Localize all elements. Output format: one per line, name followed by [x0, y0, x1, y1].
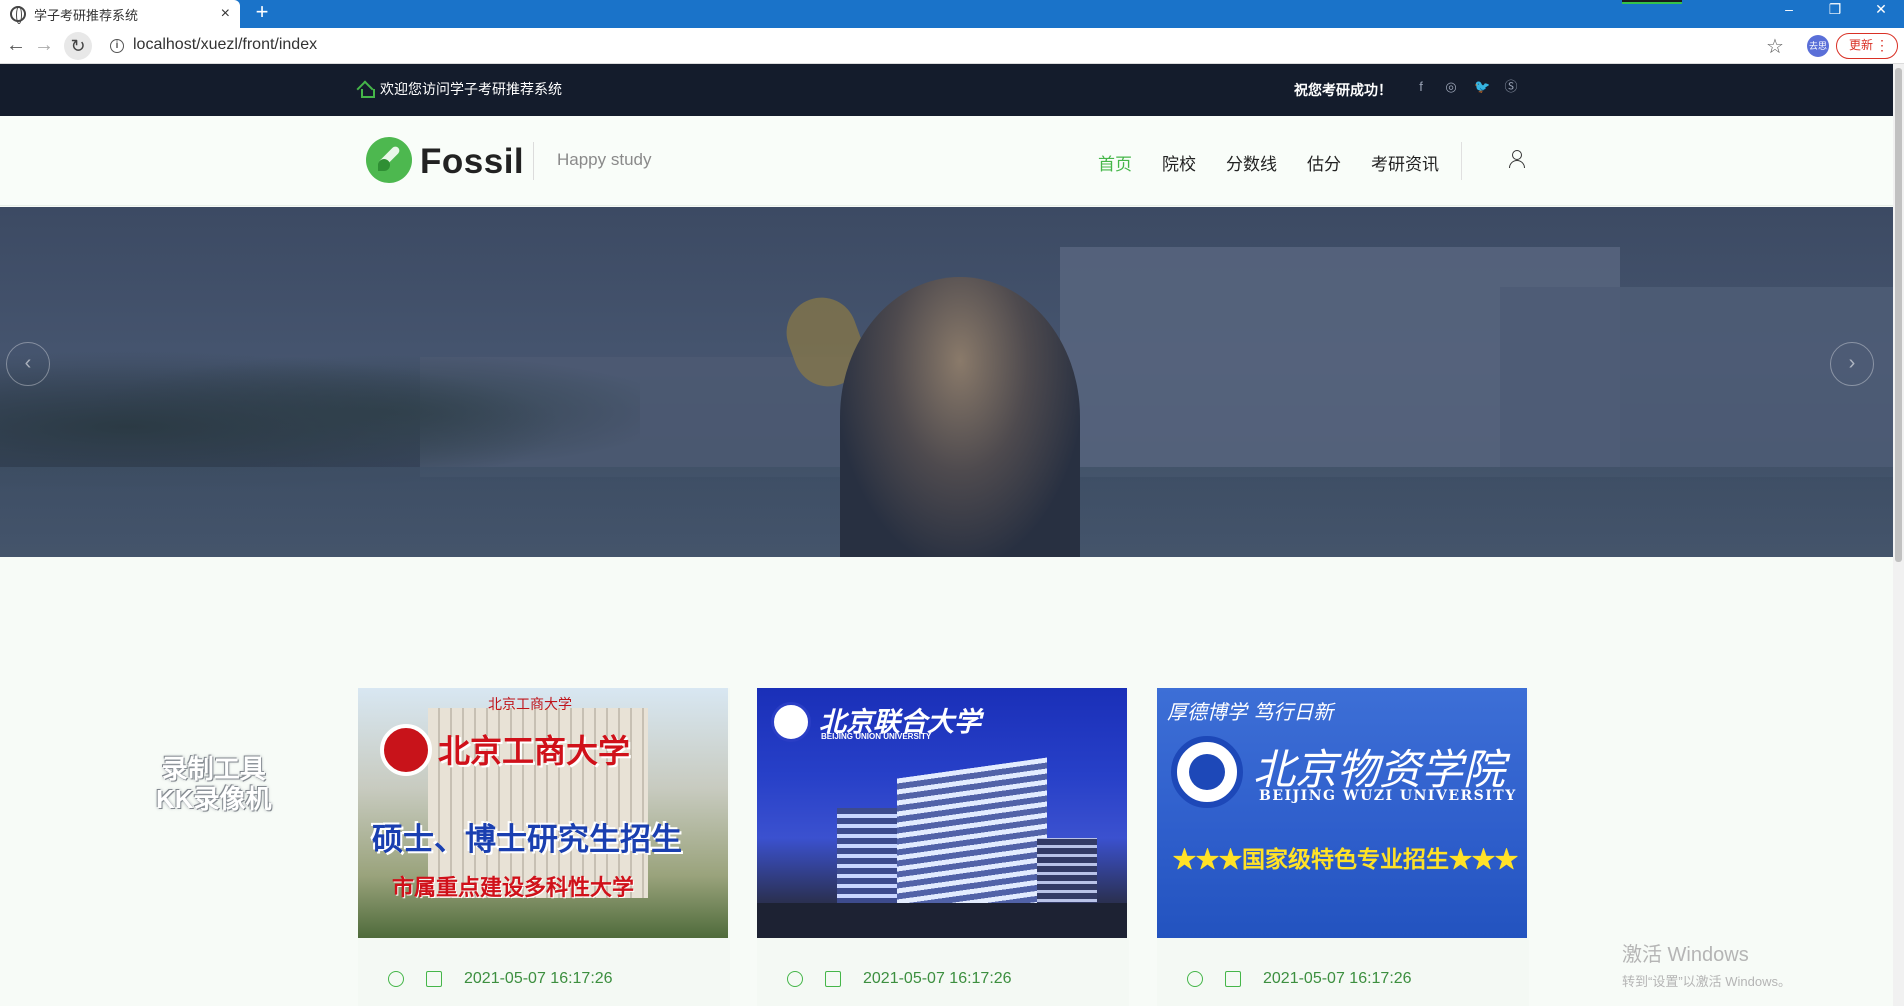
facebook-icon[interactable]: f: [1414, 79, 1428, 95]
menu-item-schools[interactable]: 院校: [1162, 150, 1196, 175]
skype-icon[interactable]: Ⓢ: [1504, 79, 1518, 95]
news-card[interactable]: 厚德博学 笃行日新 北京物资学院 BEIJING WUZI UNIVERSITY…: [1157, 688, 1529, 1006]
image-subtitle: 市属重点建设多科性大学: [392, 875, 635, 900]
logo-icon[interactable]: [366, 137, 412, 183]
user-circle-icon: [787, 971, 803, 987]
news-card[interactable]: 北京联合大学 BEIJING UNION UNIVERSITY 2021-05-…: [757, 688, 1129, 1006]
divider: [1461, 142, 1462, 180]
university-seal: [380, 724, 432, 776]
card-meta: 2021-05-07 16:17:26: [1187, 970, 1412, 988]
image-subtitle: 硕士、博士研究生招生: [372, 822, 682, 857]
activate-subtitle: 转到“设置”以激活 Windows。: [1622, 974, 1792, 989]
page-scrollbar[interactable]: [1893, 64, 1904, 1006]
profile-avatar[interactable]: 去思: [1807, 35, 1829, 57]
user-circle-icon: [388, 971, 404, 987]
hero-trees: [0, 337, 640, 487]
main-menu: 首页 院校 分数线 估分 考研资讯: [1098, 150, 1469, 175]
ground-graphic: [757, 903, 1127, 938]
hero-building: [1500, 287, 1893, 477]
instagram-icon[interactable]: ◎: [1444, 79, 1458, 95]
scrollbar-thumb[interactable]: [1895, 68, 1902, 562]
card-meta: 2021-05-07 16:17:26: [787, 970, 1012, 988]
menu-item-score-lines[interactable]: 分数线: [1226, 150, 1277, 175]
image-motto: 厚德博学 笃行日新: [1167, 700, 1334, 724]
university-seal: [1171, 736, 1243, 808]
logo-text[interactable]: Fossil: [420, 142, 524, 182]
slider-prev-arrow-icon[interactable]: ‹: [6, 342, 50, 386]
info-icon[interactable]: i: [110, 39, 124, 53]
tab-close-icon[interactable]: ×: [221, 5, 230, 23]
image-title: 北京工商大学: [438, 732, 631, 770]
card-image[interactable]: 北京工商大学 北京工商大学 硕士、博士研究生招生 市属重点建设多科性大学: [358, 688, 728, 938]
site-header: Fossil Happy study 首页 院校 分数线 估分 考研资讯: [0, 116, 1893, 206]
calendar-icon: [1225, 971, 1241, 987]
windows-activation-watermark: 激活 Windows 转到“设置”以激活 Windows。: [1622, 938, 1791, 990]
menu-item-home[interactable]: 首页: [1098, 150, 1132, 175]
card-image[interactable]: 厚德博学 笃行日新 北京物资学院 BEIJING WUZI UNIVERSITY…: [1157, 688, 1527, 938]
greeting-text: 祝您考研成功！: [1294, 82, 1392, 98]
university-logo: [771, 702, 811, 742]
menu-item-estimate[interactable]: 估分: [1307, 150, 1341, 175]
twitter-icon[interactable]: 🐦: [1474, 79, 1490, 95]
reload-icon[interactable]: ↻: [64, 32, 92, 60]
menu-item-news[interactable]: 考研资讯: [1371, 150, 1439, 175]
recorder-line: KK录像机: [156, 784, 272, 814]
forward-arrow-icon[interactable]: →: [32, 34, 56, 58]
card-date: 2021-05-07 16:17:26: [464, 970, 613, 987]
activate-title: 激活 Windows: [1622, 944, 1749, 966]
recorder-line: 录制工具: [161, 754, 266, 784]
home-icon: [358, 82, 375, 98]
user-circle-icon: [1187, 971, 1203, 987]
news-card[interactable]: 北京工商大学 北京工商大学 硕士、博士研究生招生 市属重点建设多科性大学 202…: [358, 688, 730, 1006]
calendar-icon: [426, 971, 442, 987]
tab-title: 学子考研推荐系统: [34, 7, 139, 23]
slider-next-arrow-icon[interactable]: ›: [1830, 342, 1874, 386]
back-arrow-icon[interactable]: ←: [4, 34, 28, 58]
hero-person: [840, 277, 1080, 557]
top-info-bar: 欢迎您访问学子考研推荐系统 祝您考研成功！ f ◎ 🐦 Ⓢ: [0, 64, 1893, 116]
bookmark-star-icon[interactable]: ☆: [1766, 34, 1784, 59]
browser-tab-bar: 学子考研推荐系统 × + – ❐ ✕: [0, 0, 1904, 28]
welcome-message: 欢迎您访问学子考研推荐系统: [358, 79, 562, 99]
social-links: f ◎ 🐦 Ⓢ: [1414, 79, 1518, 95]
tagline: Happy study: [557, 150, 652, 169]
calendar-icon: [825, 971, 841, 987]
user-icon[interactable]: [1508, 150, 1525, 168]
web-page: 欢迎您访问学子考研推荐系统 祝您考研成功！ f ◎ 🐦 Ⓢ Fossil Hap…: [0, 64, 1893, 1006]
card-date: 2021-05-07 16:17:26: [1263, 970, 1412, 987]
hero-slider: ‹ ›: [0, 207, 1893, 557]
divider: [533, 142, 534, 180]
globe-icon: [10, 6, 26, 24]
welcome-text: 欢迎您访问学子考研推荐系统: [380, 81, 562, 97]
minimize-button[interactable]: –: [1766, 0, 1812, 28]
image-subtitle: BEIJING WUZI UNIVERSITY: [1259, 788, 1517, 804]
new-tab-button[interactable]: +: [250, 0, 274, 28]
close-window-button[interactable]: ✕: [1858, 0, 1904, 28]
card-meta: 2021-05-07 16:17:26: [388, 970, 613, 988]
image-caption: 北京工商大学: [488, 696, 572, 712]
image-banner: ★★★国家级特色专业招生★★★: [1173, 846, 1518, 872]
window-controls: – ❐ ✕: [1766, 0, 1904, 28]
update-button[interactable]: 更新: [1836, 33, 1898, 59]
battery-indicator: [1622, 0, 1682, 4]
card-date: 2021-05-07 16:17:26: [863, 970, 1012, 987]
recorder-watermark: 录制工具 KK录像机: [156, 754, 272, 814]
address-bar: ← → ↻ i localhost/xuezl/front/index ☆ 去思…: [0, 28, 1904, 64]
card-image[interactable]: 北京联合大学 BEIJING UNION UNIVERSITY: [757, 688, 1127, 938]
restore-button[interactable]: ❐: [1812, 0, 1858, 28]
image-subtitle: BEIJING UNION UNIVERSITY: [821, 732, 932, 741]
browser-tab[interactable]: 学子考研推荐系统 ×: [0, 0, 240, 28]
url-field[interactable]: localhost/xuezl/front/index: [133, 36, 317, 54]
